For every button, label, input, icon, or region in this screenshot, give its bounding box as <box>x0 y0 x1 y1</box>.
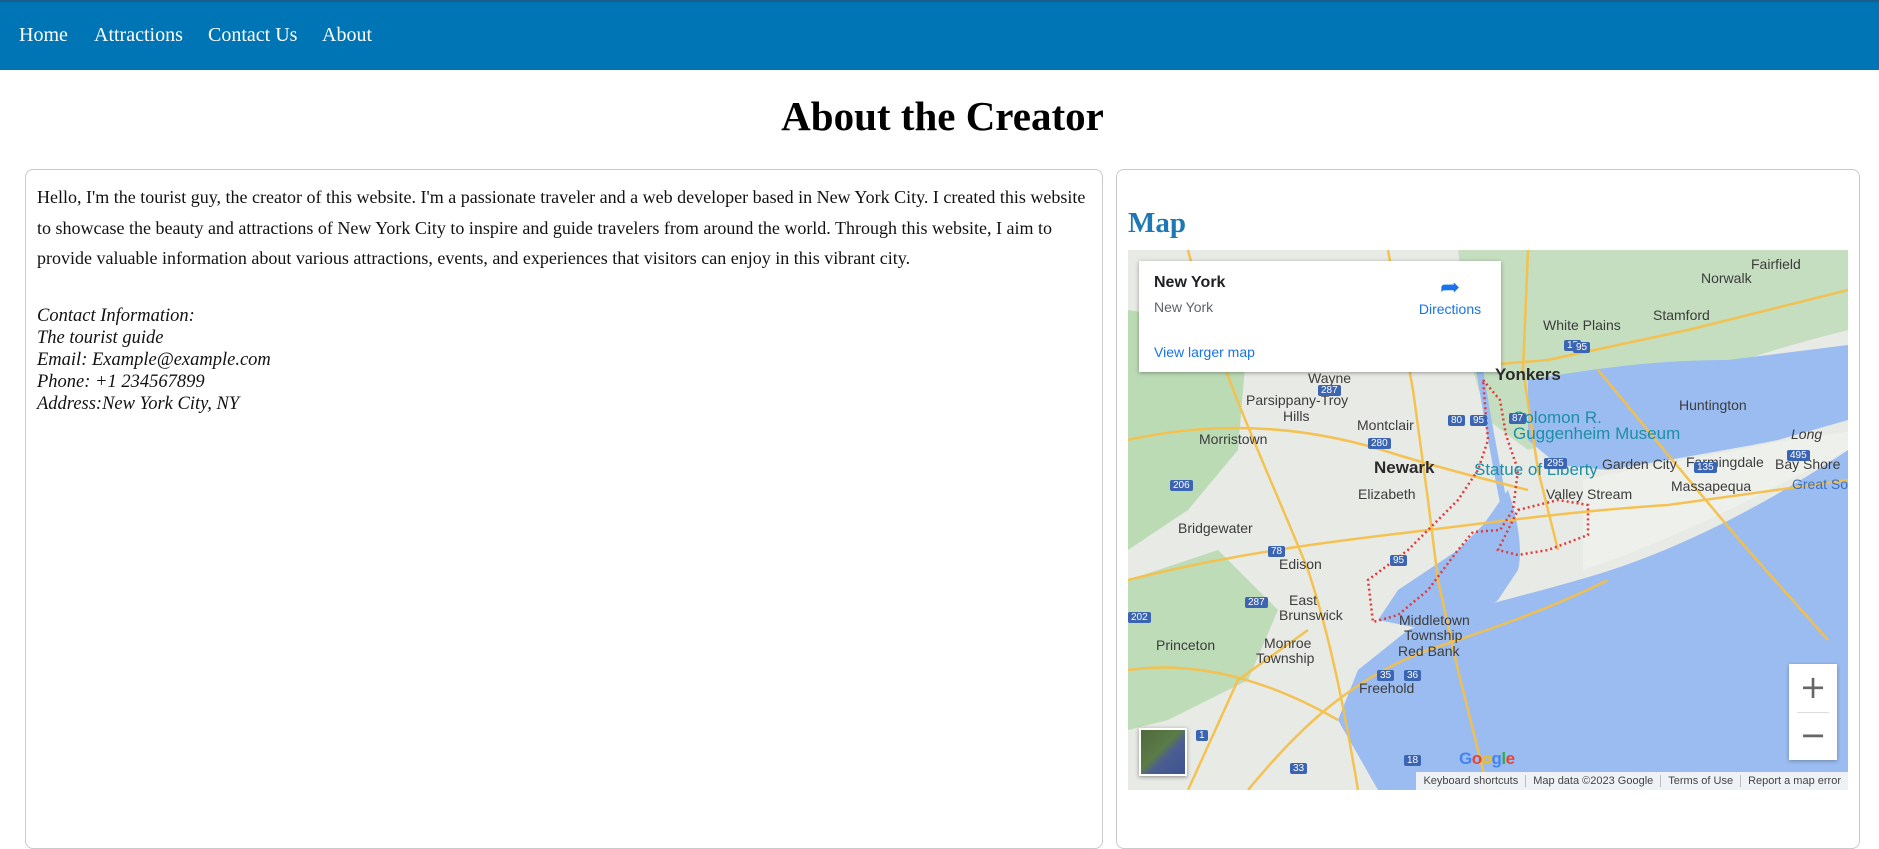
nav-contact-link[interactable]: Contact Us <box>208 24 297 47</box>
nav-home-link[interactable]: Home <box>19 24 68 47</box>
nav-about-link[interactable]: About <box>322 24 372 47</box>
map-label-huntington: Huntington <box>1679 397 1747 413</box>
map-heading: Map <box>1128 207 1186 239</box>
highway-shield-78: 78 <box>1268 546 1286 557</box>
map-label-newark: Newark <box>1374 458 1435 477</box>
view-larger-map-link[interactable]: View larger map <box>1154 344 1255 360</box>
page-title: About the Creator <box>781 93 1104 139</box>
map-panel: Map New York New York ➦ Directions View … <box>1116 169 1860 849</box>
map-label-wayne: Wayne <box>1308 370 1352 386</box>
map-label-great-south: Great Sout <box>1792 476 1848 492</box>
highway-shield-295: 295 <box>1544 458 1567 469</box>
embedded-map[interactable]: New York New York ➦ Directions View larg… <box>1128 250 1848 790</box>
highway-shield-18: 18 <box>1404 755 1422 766</box>
map-label-middletown-1: Middletown <box>1399 612 1470 628</box>
nav-attractions-link[interactable]: Attractions <box>94 24 183 47</box>
highway-shield-87: 87 <box>1509 413 1527 424</box>
zoom-out-button[interactable]: − <box>1789 712 1837 760</box>
terms-of-use-link[interactable]: Terms of Use <box>1660 775 1740 787</box>
highway-shield-135: 135 <box>1694 462 1717 473</box>
map-attribution-bar: Keyboard shortcuts Map data ©2023 Google… <box>1416 772 1848 790</box>
highway-shield-33: 33 <box>1290 763 1308 774</box>
highway-shield-287: 287 <box>1318 385 1341 396</box>
map-label-monroe-1: Monroe <box>1264 635 1312 651</box>
map-label-elizabeth: Elizabeth <box>1358 486 1416 502</box>
report-map-error-link[interactable]: Report a map error <box>1740 775 1848 787</box>
contact-name: The tourist guide <box>37 328 164 348</box>
map-label-parsippany-2: Hills <box>1283 408 1310 424</box>
highway-shield-287b: 287 <box>1245 597 1268 608</box>
place-info-card: New York New York ➦ Directions View larg… <box>1139 261 1501 372</box>
map-label-freehold: Freehold <box>1359 680 1415 696</box>
highway-shield-95c: 95 <box>1390 555 1408 566</box>
contact-phone: Phone: +1 234567899 <box>37 372 205 392</box>
zoom-in-button[interactable]: + <box>1789 664 1837 712</box>
map-label-edison: Edison <box>1279 556 1322 572</box>
highway-shield-280: 280 <box>1368 438 1391 449</box>
map-label-east-brunswick-2: Brunswick <box>1279 607 1343 623</box>
about-panel: Hello, I'm the tourist guy, the creator … <box>25 169 1103 849</box>
map-label-stamford: Stamford <box>1653 307 1710 323</box>
map-label-bridgewater: Bridgewater <box>1178 520 1253 536</box>
map-label-long: Long <box>1791 426 1823 442</box>
place-name: New York <box>1154 274 1226 291</box>
highway-shield-35: 35 <box>1377 670 1395 681</box>
zoom-controls: + − <box>1789 664 1837 760</box>
highway-shield-206: 206 <box>1170 480 1193 491</box>
map-label-montclair: Montclair <box>1357 417 1414 433</box>
highway-shield-495: 495 <box>1787 450 1810 461</box>
place-subtitle: New York <box>1154 299 1214 315</box>
map-label-garden-city: Garden City <box>1602 456 1677 472</box>
highway-shield-80: 80 <box>1448 415 1466 426</box>
map-label-fairfield: Fairfield <box>1751 256 1801 272</box>
contact-address: Address:New York City, NY <box>37 394 240 414</box>
map-label-monroe-2: Township <box>1256 650 1315 666</box>
map-label-white-plains: White Plains <box>1543 317 1621 333</box>
map-data-credit: Map data ©2023 Google <box>1525 775 1660 787</box>
keyboard-shortcuts-link[interactable]: Keyboard shortcuts <box>1416 775 1525 787</box>
map-label-princeton: Princeton <box>1156 637 1216 653</box>
highway-shield-202: 202 <box>1128 612 1151 623</box>
google-logo: Google <box>1459 749 1515 768</box>
contact-info: Contact Information: The tourist guide E… <box>37 305 271 415</box>
map-label-middletown-2: Township <box>1404 627 1463 643</box>
top-navbar: Home Attractions Contact Us About <box>0 0 1879 70</box>
directions-label: Directions <box>1418 301 1482 317</box>
highway-shield-95: 95 <box>1470 415 1488 426</box>
highway-shield-95d: 95 <box>1573 342 1591 353</box>
map-label-valley-stream: Valley Stream <box>1546 486 1633 502</box>
map-label-statue-of-liberty: Statue of Liberty <box>1474 460 1598 479</box>
map-label-norwalk: Norwalk <box>1701 270 1752 286</box>
highway-shield-36: 36 <box>1404 670 1422 681</box>
contact-heading: Contact Information: <box>37 306 195 326</box>
contact-email: Email: Example@example.com <box>37 350 271 370</box>
map-label-red-bank: Red Bank <box>1398 643 1460 659</box>
highway-shield-1: 1 <box>1196 730 1208 741</box>
map-label-morristown: Morristown <box>1199 431 1268 447</box>
map-label-yonkers: Yonkers <box>1495 365 1561 384</box>
directions-icon: ➦ <box>1439 274 1461 301</box>
satellite-layer-toggle[interactable] <box>1139 728 1187 776</box>
map-label-east-brunswick-1: East <box>1289 592 1318 608</box>
directions-button[interactable]: ➦ Directions <box>1412 275 1488 325</box>
map-label-guggenheim-2: Guggenheim Museum <box>1513 424 1681 443</box>
map-label-massapequa: Massapequa <box>1671 478 1752 494</box>
bio-text: Hello, I'm the tourist guy, the creator … <box>37 187 1086 268</box>
